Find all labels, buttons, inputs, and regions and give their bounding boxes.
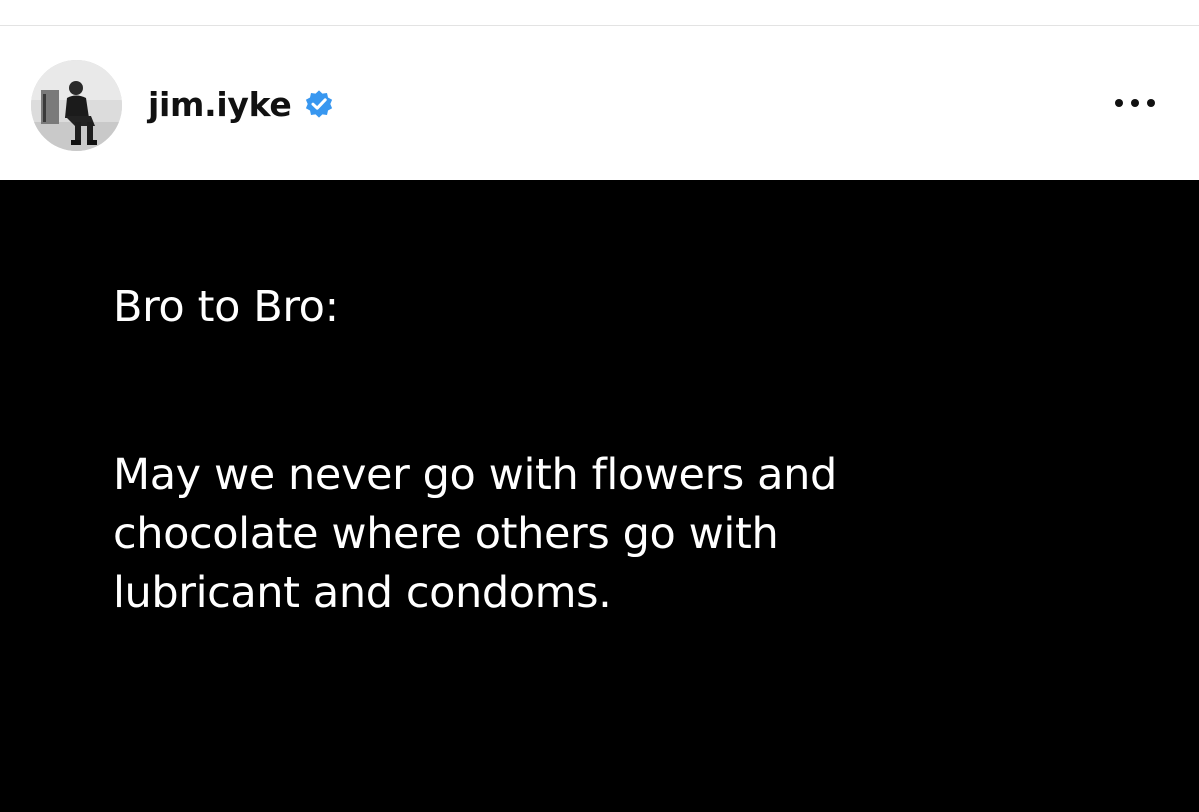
post-image-text: Bro to Bro: May we never go with flowers… [113, 278, 1153, 623]
avatar-photo [31, 60, 122, 151]
image-heading: Bro to Bro: [113, 282, 339, 332]
post-header: jim.iyke [0, 27, 1199, 180]
avatar[interactable] [31, 60, 122, 151]
more-options-icon [1115, 99, 1155, 107]
post-image[interactable]: Bro to Bro: May we never go with flowers… [0, 180, 1199, 812]
more-options-button[interactable] [1109, 89, 1161, 117]
top-divider-strip [0, 0, 1199, 26]
image-line-3: lubricant and condoms. [113, 568, 612, 618]
image-line-1: May we never go with flowers and [113, 450, 837, 500]
username[interactable]: jim.iyke [148, 85, 292, 124]
username-row: jim.iyke [148, 82, 335, 126]
verified-badge-icon [303, 88, 335, 120]
image-line-2: chocolate where others go with [113, 509, 779, 559]
